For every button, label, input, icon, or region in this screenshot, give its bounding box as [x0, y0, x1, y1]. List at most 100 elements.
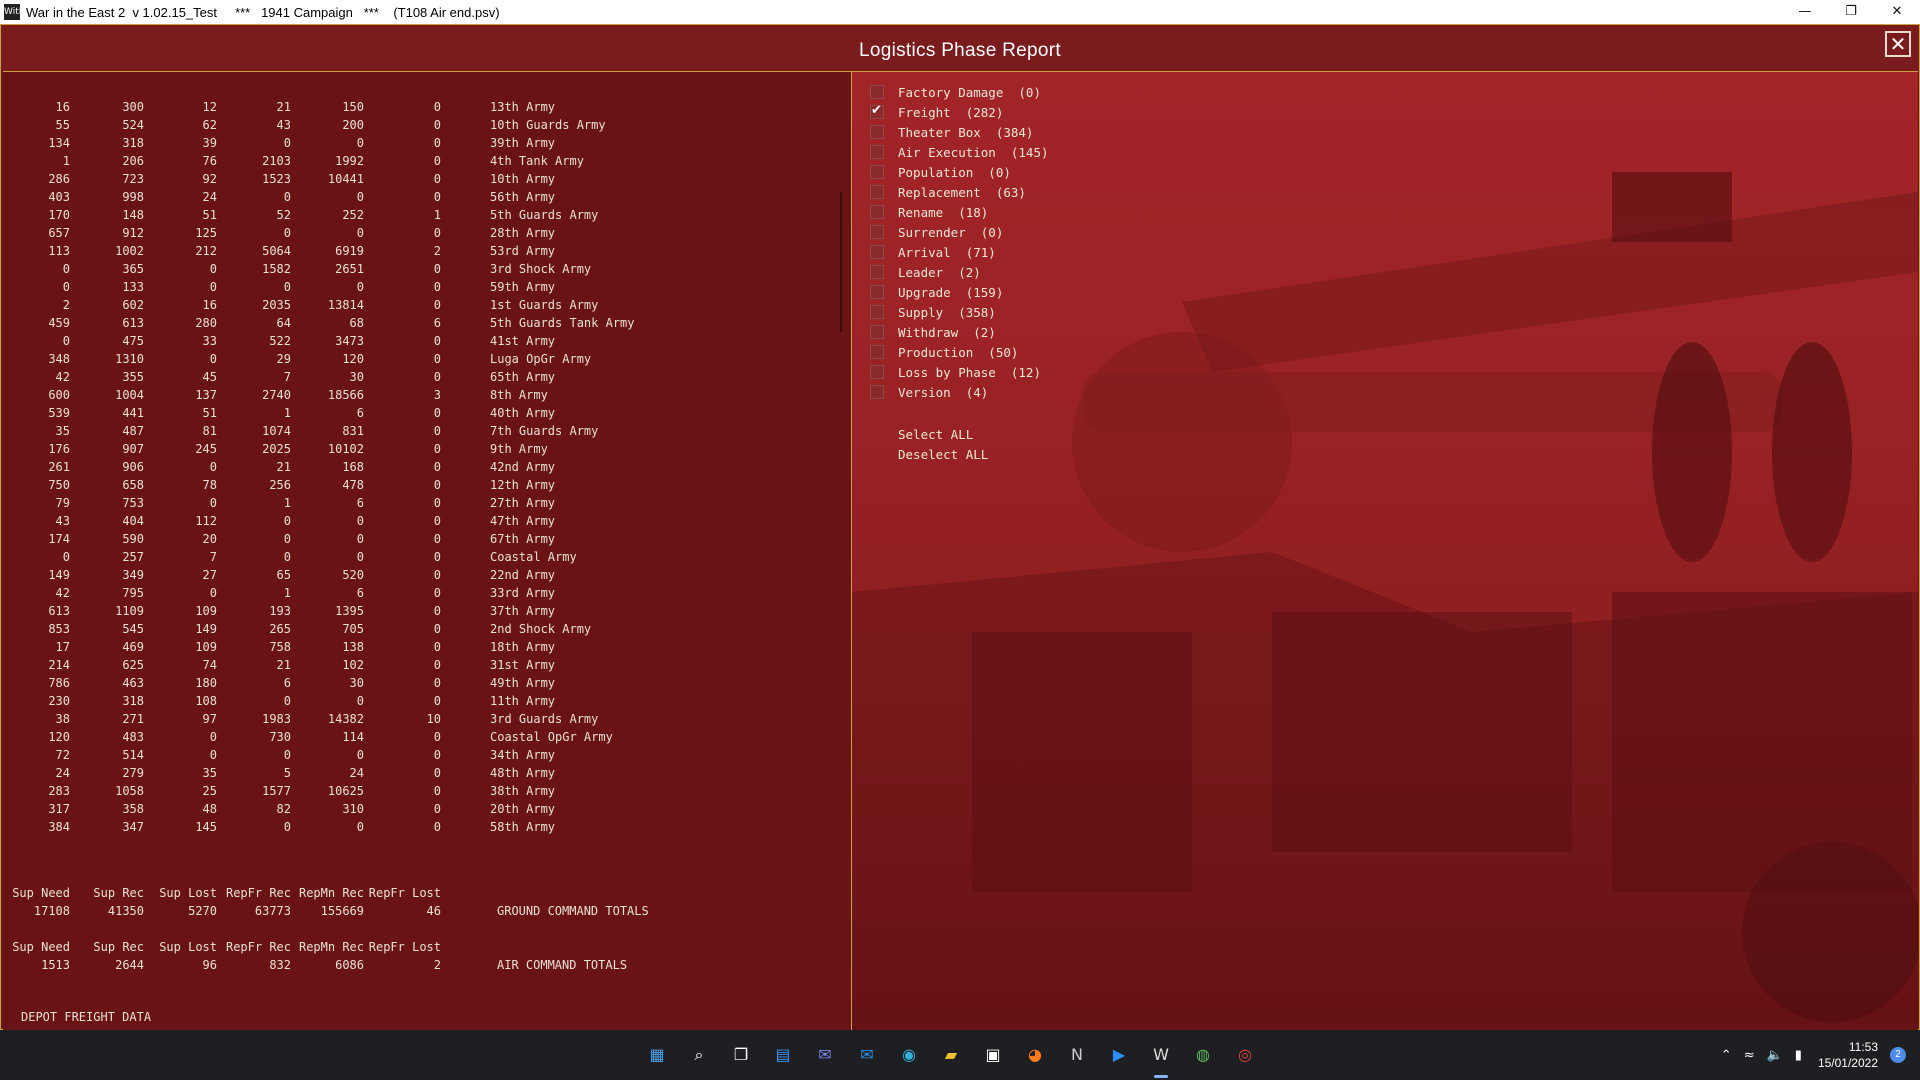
filter-item[interactable]: Arrival (71) — [870, 242, 1049, 262]
filter-label[interactable]: Population (0) — [898, 165, 1011, 180]
filter-item[interactable]: Loss by Phase (12) — [870, 362, 1049, 382]
notification-badge[interactable]: 2 — [1890, 1047, 1906, 1063]
filter-label[interactable]: Withdraw (2) — [898, 325, 996, 340]
filter-checkbox[interactable] — [870, 365, 884, 379]
file-explorer-icon[interactable]: ▰ — [936, 1040, 966, 1070]
edge-icon[interactable]: ◉ — [894, 1040, 924, 1070]
firefox-icon[interactable]: ◕ — [1020, 1040, 1050, 1070]
row-value: 0 — [433, 676, 441, 690]
row-value: 0 — [433, 118, 441, 132]
filter-item[interactable]: Freight (282) — [870, 102, 1049, 122]
row-value: 1983 — [262, 712, 291, 726]
row-unit-name: 2nd Shock Army — [490, 622, 592, 636]
row-value: 97 — [202, 712, 217, 726]
row-value: 138 — [342, 640, 364, 654]
filter-checkbox[interactable] — [870, 385, 884, 399]
filter-item[interactable]: Surrender (0) — [870, 222, 1049, 242]
globe-app-icon[interactable]: ◍ — [1188, 1040, 1218, 1070]
filter-label[interactable]: Version (4) — [898, 385, 988, 400]
filter-item[interactable]: Theater Box (384) — [870, 122, 1049, 142]
table-row: 317 358 48 82 310 0 20th Army — [3, 800, 833, 818]
totals-value: 832 — [269, 958, 291, 972]
filter-checkbox[interactable] — [870, 145, 884, 159]
clock[interactable]: 11:53 15/01/2022 — [1818, 1039, 1878, 1071]
filter-label[interactable]: Upgrade (159) — [898, 285, 1003, 300]
row-value: 64 — [276, 316, 291, 330]
filter-checkbox[interactable] — [870, 305, 884, 319]
row-value: 349 — [122, 568, 144, 582]
mail-icon[interactable]: ✉ — [852, 1040, 882, 1070]
filter-checkbox[interactable] — [870, 285, 884, 299]
row-value: 1582 — [262, 262, 291, 276]
filter-item[interactable]: Factory Damage (0) — [870, 82, 1049, 102]
filter-checkbox[interactable] — [870, 125, 884, 139]
row-value: 1004 — [115, 388, 144, 402]
filter-checkbox[interactable] — [870, 225, 884, 239]
select-all-link[interactable]: Select ALL — [898, 425, 988, 445]
row-value: 39 — [202, 136, 217, 150]
battery-icon[interactable]: ▮ — [1795, 1048, 1802, 1063]
close-window-icon[interactable]: ✕ — [1874, 0, 1920, 24]
row-value: 42 — [55, 370, 70, 384]
chrome-icon[interactable]: ◎ — [1230, 1040, 1260, 1070]
table-row: 16 300 12 21 150 0 13th Army — [3, 98, 833, 116]
row-value: 300 — [122, 100, 144, 114]
report-scrollbar[interactable] — [840, 192, 842, 332]
close-report-button[interactable]: ✕ — [1885, 31, 1911, 57]
filter-checkbox[interactable] — [870, 205, 884, 219]
filter-item[interactable]: Air Execution (145) — [870, 142, 1049, 162]
filter-label[interactable]: Production (50) — [898, 345, 1018, 360]
row-value: 0 — [283, 532, 291, 546]
filter-label[interactable]: Rename (18) — [898, 205, 988, 220]
row-value: 0 — [433, 730, 441, 744]
filter-checkbox[interactable] — [870, 85, 884, 99]
store-icon[interactable]: ▣ — [978, 1040, 1008, 1070]
filter-checkbox[interactable] — [870, 345, 884, 359]
filter-item[interactable]: Rename (18) — [870, 202, 1049, 222]
wifi-icon[interactable]: ≈ — [1744, 1048, 1755, 1063]
row-value: 1 — [283, 496, 291, 510]
filter-label[interactable]: Arrival (71) — [898, 245, 996, 260]
filter-item[interactable]: Population (0) — [870, 162, 1049, 182]
chevron-up-icon[interactable]: ⌃ — [1721, 1048, 1732, 1063]
filter-label[interactable]: Loss by Phase (12) — [898, 365, 1041, 380]
row-value: 51 — [202, 208, 217, 222]
widgets-icon[interactable]: ▤ — [768, 1040, 798, 1070]
row-value: 81 — [202, 424, 217, 438]
filter-item[interactable]: Version (4) — [870, 382, 1049, 402]
row-value: 6 — [356, 406, 364, 420]
filter-item[interactable]: Replacement (63) — [870, 182, 1049, 202]
teams-chat-icon[interactable]: ✉ — [810, 1040, 840, 1070]
filter-item[interactable]: Production (50) — [870, 342, 1049, 362]
filter-label[interactable]: Supply (358) — [898, 305, 996, 320]
filter-label[interactable]: Theater Box (384) — [898, 125, 1033, 140]
maximize-icon[interactable]: ❐ — [1828, 0, 1874, 24]
speaker-muted-icon[interactable]: 🔈 — [1767, 1048, 1783, 1063]
wite-game-icon[interactable]: W — [1146, 1040, 1176, 1078]
start-icon[interactable]: ▦ — [642, 1040, 672, 1070]
search-icon[interactable]: ⌕ — [684, 1040, 714, 1070]
filter-checkbox[interactable] — [870, 103, 884, 119]
filter-checkbox[interactable] — [870, 245, 884, 259]
filter-item[interactable]: Upgrade (159) — [870, 282, 1049, 302]
filter-label[interactable]: Factory Damage (0) — [898, 85, 1041, 100]
filter-checkbox[interactable] — [870, 265, 884, 279]
zoom-icon[interactable]: ▶ — [1104, 1040, 1134, 1070]
minimize-icon[interactable]: — — [1782, 0, 1828, 24]
filter-item[interactable]: Withdraw (2) — [870, 322, 1049, 342]
filter-label[interactable]: Leader (2) — [898, 265, 981, 280]
filter-label[interactable]: Replacement (63) — [898, 185, 1026, 200]
filter-checkbox[interactable] — [870, 325, 884, 339]
filter-item[interactable]: Supply (358) — [870, 302, 1049, 322]
report-text-panel[interactable]: 16 300 12 21 150 0 13th Army 55 524 62 43 200 0 10th … — [3, 71, 852, 1030]
notepad-n-icon[interactable]: N — [1062, 1040, 1092, 1070]
filter-label[interactable]: Surrender (0) — [898, 225, 1003, 240]
filter-label[interactable]: Freight (282) — [898, 105, 1003, 120]
task-view-icon[interactable]: ❐ — [726, 1040, 756, 1070]
deselect-all-link[interactable]: Deselect ALL — [898, 445, 988, 465]
filter-item[interactable]: Leader (2) — [870, 262, 1049, 282]
filter-checkbox[interactable] — [870, 165, 884, 179]
row-value: 2651 — [335, 262, 364, 276]
filter-label[interactable]: Air Execution (145) — [898, 145, 1049, 160]
filter-checkbox[interactable] — [870, 185, 884, 199]
